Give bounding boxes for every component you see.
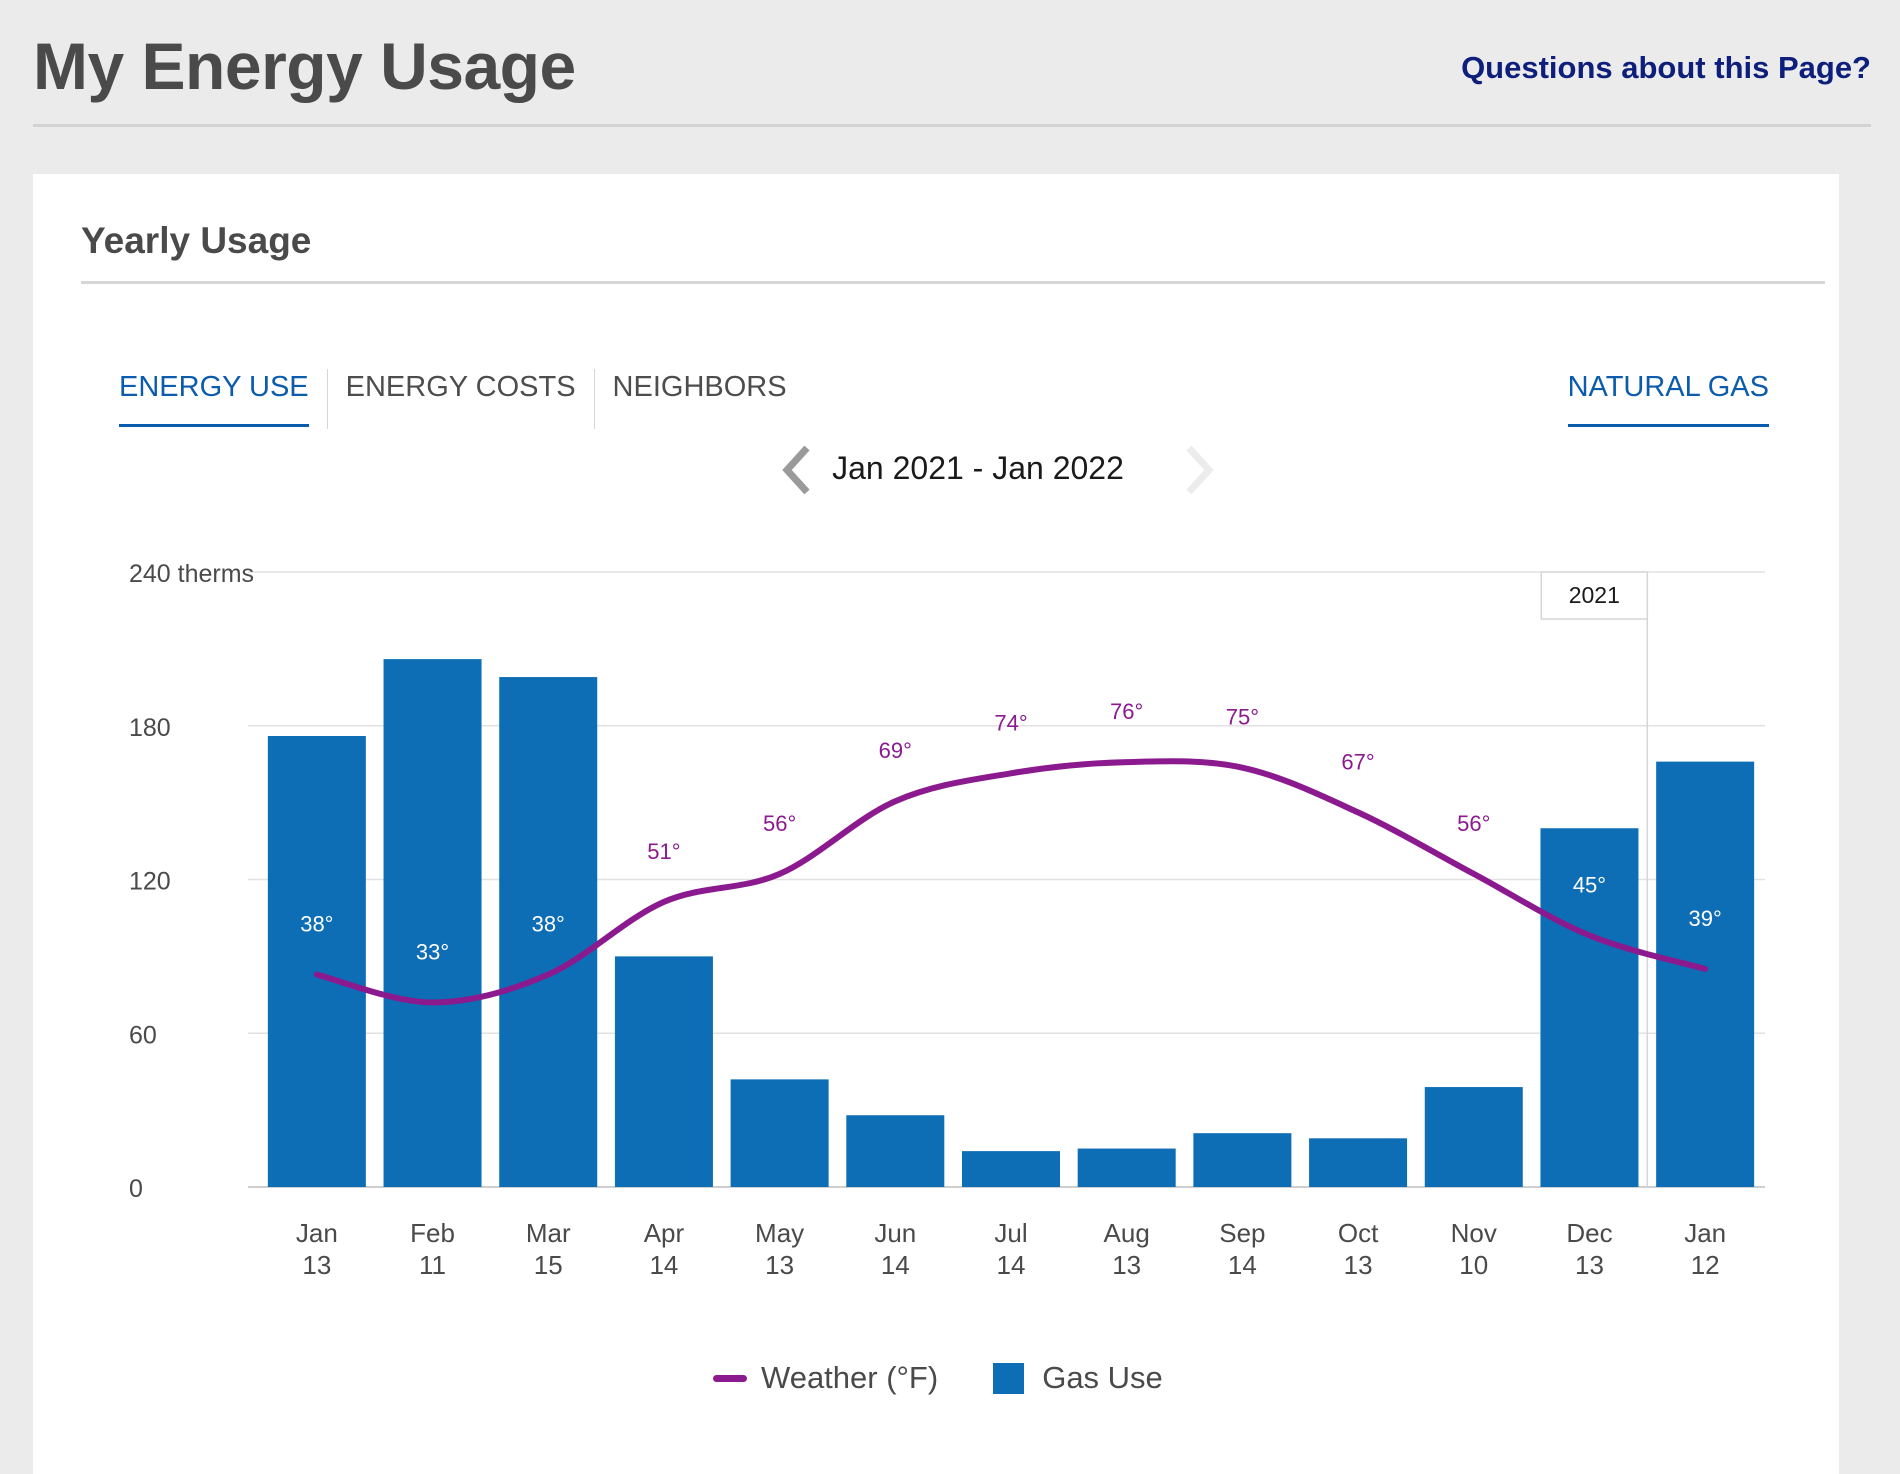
help-link[interactable]: Questions about this Page?: [1461, 50, 1871, 86]
page-title: My Energy Usage: [33, 29, 576, 103]
temperature-label: 56°: [1457, 811, 1490, 836]
temperature-label: 39°: [1689, 906, 1722, 931]
x-tick-day: 11: [419, 1250, 446, 1280]
x-tick-day: 10: [1459, 1250, 1488, 1280]
y-tick-label: 60: [129, 1021, 157, 1049]
legend-weather-label: Weather (°F): [761, 1360, 939, 1395]
temperature-label: 74°: [994, 710, 1027, 735]
x-tick-day: 14: [881, 1250, 910, 1280]
gas-use-bar[interactable]: [383, 659, 482, 1187]
gas-use-bar[interactable]: [962, 1151, 1060, 1187]
gas-use-bar[interactable]: [1656, 761, 1755, 1187]
x-tick-month: Apr: [644, 1218, 685, 1248]
x-tick-month: Mar: [526, 1218, 571, 1248]
temperature-label: 38°: [532, 912, 565, 937]
weather-swatch: [713, 1374, 747, 1382]
temperature-label: 56°: [763, 811, 796, 836]
gas-use-bar[interactable]: [267, 736, 366, 1187]
x-tick-day: 13: [302, 1250, 331, 1280]
gas-use-bar[interactable]: [846, 1115, 945, 1187]
temperature-label: 38°: [300, 912, 333, 937]
yearly-usage-card: Yearly Usage ENERGY USE ENERGY COSTS NEI…: [33, 174, 1839, 1474]
y-tick-label: 240 therms: [129, 560, 254, 588]
x-tick-day: 13: [765, 1250, 794, 1280]
legend-gas[interactable]: Gas Use: [993, 1360, 1163, 1396]
usage-chart: 0 60 120 180 240 therms 2021 38° 33° 38° 51° 56° 69…: [129, 560, 1765, 1280]
page-header: My Energy Usage Questions about this Pag…: [33, 0, 1871, 127]
x-tick-day: 14: [997, 1250, 1026, 1280]
x-tick-day: 15: [534, 1250, 563, 1280]
x-tick-day: 13: [1575, 1250, 1604, 1280]
y-tick-label: 120: [129, 868, 171, 896]
temperature-label: 45°: [1573, 872, 1606, 897]
x-tick-month: Oct: [1338, 1218, 1379, 1248]
x-tick-day: 12: [1691, 1250, 1720, 1280]
gas-use-bar[interactable]: [614, 956, 713, 1187]
temperature-label: 67°: [1341, 749, 1374, 774]
gas-use-bar[interactable]: [730, 1079, 829, 1187]
temperature-label: 33°: [416, 940, 449, 965]
x-tick-month: Jun: [874, 1218, 916, 1248]
year-marker-label: 2021: [1569, 582, 1620, 608]
x-tick-day: 13: [1112, 1250, 1141, 1280]
x-tick-day: 14: [1228, 1250, 1257, 1280]
x-tick-month: May: [755, 1218, 804, 1248]
x-tick-month: Sep: [1219, 1218, 1265, 1248]
chart-legend: Weather (°F) Gas Use: [713, 1360, 1218, 1396]
temperature-label: 69°: [879, 738, 912, 763]
temperature-label: 51°: [647, 839, 680, 864]
x-tick-month: Jan: [1684, 1218, 1726, 1248]
y-tick-label: 0: [129, 1175, 143, 1203]
legend-gas-label: Gas Use: [1042, 1360, 1163, 1395]
gas-use-bar[interactable]: [1193, 1133, 1292, 1187]
legend-weather[interactable]: Weather (°F): [713, 1360, 938, 1396]
x-tick-month: Jan: [296, 1218, 338, 1248]
temperature-label: 76°: [1110, 699, 1143, 724]
gas-swatch: [993, 1362, 1025, 1394]
gas-use-bar[interactable]: [1077, 1148, 1176, 1187]
y-tick-label: 180: [129, 714, 171, 742]
x-tick-month: Aug: [1104, 1218, 1150, 1248]
x-tick-month: Nov: [1451, 1218, 1497, 1248]
x-tick-day: 13: [1344, 1250, 1373, 1280]
x-tick-month: Jul: [994, 1218, 1027, 1248]
x-tick-month: Feb: [410, 1218, 455, 1248]
gas-use-bar[interactable]: [1424, 1087, 1523, 1187]
x-tick-day: 14: [649, 1250, 678, 1280]
gas-use-bar[interactable]: [1309, 1138, 1408, 1187]
x-tick-month: Dec: [1566, 1218, 1612, 1248]
temperature-label: 75°: [1226, 705, 1259, 730]
